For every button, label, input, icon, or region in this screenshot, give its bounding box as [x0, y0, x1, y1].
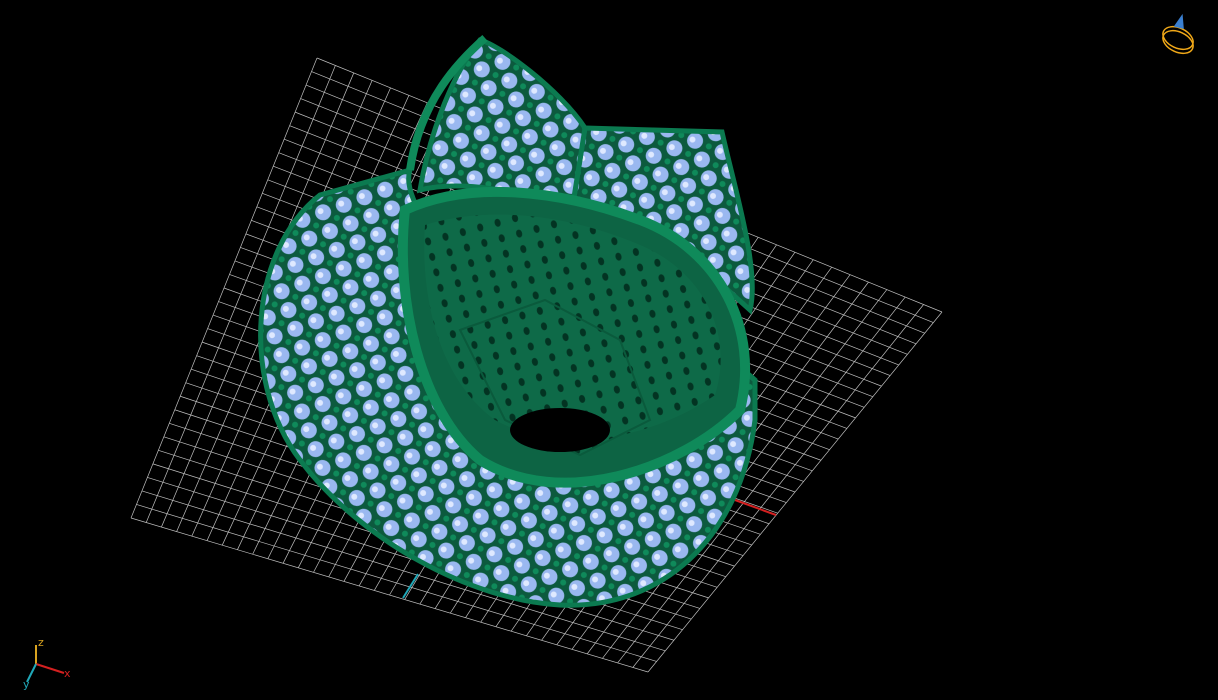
gem-panel-top	[416, 37, 588, 214]
x-axis-line	[734, 499, 777, 516]
y-axis-line	[402, 573, 419, 599]
ring-orientation-icon[interactable]	[1159, 13, 1196, 58]
z-axis-label: z	[38, 636, 44, 649]
axis-triad: z x y	[23, 636, 71, 691]
ring-model[interactable]	[258, 34, 758, 608]
x-axis-label: x	[64, 667, 71, 680]
scene[interactable]: z x y	[0, 0, 1218, 700]
y-axis-label: y	[23, 678, 30, 691]
3d-viewport[interactable]: z x y	[0, 0, 1218, 700]
ring-opening	[510, 408, 610, 452]
